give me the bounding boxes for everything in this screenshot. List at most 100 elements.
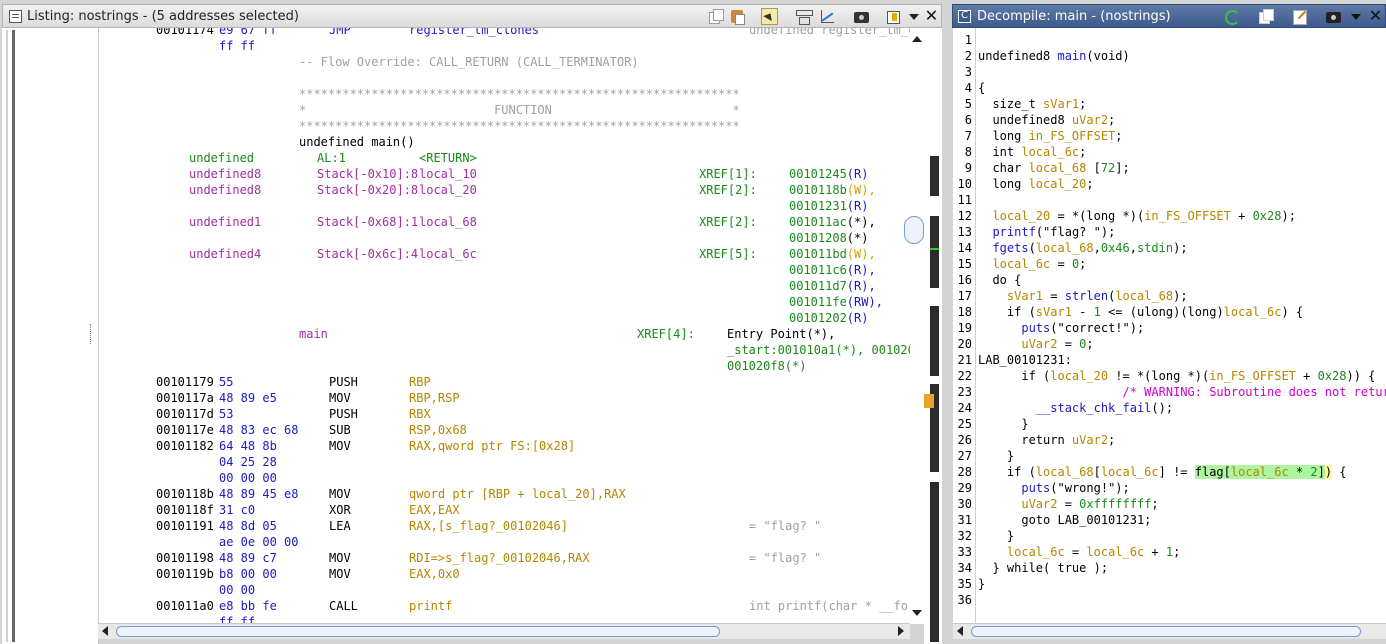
scroll-up-arrow[interactable]	[912, 36, 922, 42]
operand[interactable]: RAX,[s_flag?_00102046]	[409, 518, 568, 534]
source-line[interactable]: goto LAB_00101231;	[978, 512, 1151, 528]
scroll-down-arrow[interactable]	[912, 610, 922, 616]
stack-var-row[interactable]: undefined8 Stack[-0x10]:8 local_10 XREF[…	[99, 166, 868, 182]
operand[interactable]: RBP,RSP	[409, 390, 460, 406]
operand[interactable]: EAX,0x0	[409, 566, 460, 582]
source-line[interactable]: uVar2 = 0;	[978, 336, 1093, 352]
operand[interactable]: printf	[409, 598, 452, 614]
navigation-bar[interactable]	[12, 30, 15, 642]
stack-var-row[interactable]: undefined1 Stack[-0x68]:1 local_68 XREF[…	[99, 214, 876, 230]
source-line[interactable]: } while( true );	[978, 560, 1108, 576]
xref-link[interactable]: 001011fe(RW),	[789, 294, 883, 310]
xref-link[interactable]: 001020f8(*)	[727, 358, 806, 374]
xref-link[interactable]: 001011ac(*),	[789, 214, 876, 230]
source-line[interactable]: undefined8 uVar2;	[978, 112, 1115, 128]
source-line[interactable]: if (local_68[local_6c] != flag[local_6c …	[978, 464, 1347, 480]
copy-icon[interactable]	[707, 8, 724, 25]
source-line[interactable]: {	[978, 80, 985, 96]
operand[interactable]: RBX	[409, 406, 431, 422]
xref-link[interactable]: _start:001010a1(*), 001020	[727, 342, 911, 358]
source-line[interactable]: do {	[978, 272, 1021, 288]
stack-var-row[interactable]: undefined8 Stack[-0x20]:8 local_20 XREF[…	[99, 182, 876, 198]
source-line[interactable]: local_6c = 0;	[978, 256, 1086, 272]
overview-strip[interactable]	[924, 28, 942, 644]
function-label[interactable]: main	[299, 326, 328, 342]
operand[interactable]: EAX,EAX	[409, 502, 460, 518]
listing-vertical-scrollbar[interactable]	[904, 28, 924, 624]
operand[interactable]: RAX,qword ptr FS:[0x28]	[409, 438, 575, 454]
xref-link[interactable]: 00101231(R)	[789, 198, 868, 214]
xref-link[interactable]: 001011bd(W),	[789, 246, 876, 262]
source-line[interactable]: __stack_chk_fail();	[978, 400, 1173, 416]
chevron-down-icon[interactable]	[905, 8, 922, 25]
overview-bar[interactable]	[6, 30, 8, 642]
source-line[interactable]: }	[978, 576, 985, 592]
source-line[interactable]: printf("flag? ");	[978, 224, 1115, 240]
selection-marker[interactable]	[924, 394, 934, 408]
xref-link[interactable]: 00101208(*)	[789, 230, 868, 246]
close-icon[interactable]: ✕	[1367, 8, 1384, 25]
source-line[interactable]: puts("correct!");	[978, 320, 1144, 336]
panel-options-icon[interactable]	[885, 8, 902, 25]
edit-signature-icon[interactable]	[1291, 8, 1308, 25]
copy-icon[interactable]	[1257, 8, 1274, 25]
scroll-thumb[interactable]	[116, 626, 720, 637]
margin-splitter[interactable]	[90, 324, 94, 344]
operand[interactable]: RDI=>s_flag?_00102046,RAX	[409, 550, 590, 566]
listing-row[interactable]: 00101174 e9 67 ff JMP register_tm_clones…	[99, 28, 911, 38]
close-icon[interactable]: ✕	[923, 8, 940, 25]
decompile-horizontal-scrollbar[interactable]	[953, 623, 1386, 639]
panel-divider[interactable]	[942, 0, 952, 644]
label-row[interactable]: main XREF[4]: Entry Point(*),	[99, 326, 835, 342]
scroll-thumb[interactable]	[971, 626, 1361, 637]
refresh-icon[interactable]	[1223, 8, 1240, 25]
xref-link[interactable]: Entry Point(*),	[727, 326, 835, 342]
scroll-left-arrow[interactable]	[957, 626, 963, 636]
source-line[interactable]	[978, 192, 992, 208]
scroll-thumb[interactable]	[904, 216, 924, 244]
source-line[interactable]: }	[978, 448, 1014, 464]
stack-var-row[interactable]: undefined4 Stack[-0x6c]:4 local_6c XREF[…	[99, 246, 876, 262]
function-signature[interactable]: undefined main()	[99, 134, 415, 150]
source-line[interactable]: undefined8 main(void)	[978, 48, 1130, 64]
operand[interactable]: RSP,0x68	[409, 422, 467, 438]
source-line[interactable]: puts("wrong!");	[978, 480, 1129, 496]
graph-arrow-icon[interactable]	[819, 8, 836, 25]
source-line[interactable]: local_20 = *(long *)(in_FS_OFFSET + 0x28…	[978, 208, 1295, 224]
operand[interactable]: qword ptr [RBP + local_20],RAX	[409, 486, 626, 502]
paste-icon[interactable]	[729, 8, 746, 25]
field-layout-icon[interactable]	[795, 8, 813, 25]
source-line[interactable]: }	[978, 528, 1014, 544]
xref-continuation-row[interactable]: _start:001010a1(*), 001020	[99, 342, 911, 358]
source-line[interactable]: }	[978, 416, 1028, 432]
xref-link[interactable]: 00101245(R)	[789, 166, 868, 182]
listing-row[interactable]: ff ff	[99, 38, 255, 54]
scroll-left-arrow[interactable]	[102, 626, 108, 636]
source-line[interactable]: long in_FS_OFFSET;	[978, 128, 1122, 144]
xref-link[interactable]: 001011d7(R),	[789, 278, 876, 294]
listing-horizontal-scrollbar[interactable]	[98, 623, 910, 639]
listing-code-view[interactable]: 00101174 e9 67 ff JMP register_tm_clones…	[98, 28, 911, 624]
source-line[interactable]: if (sVar1 - 1 <= (ulong)(long)local_6c) …	[978, 304, 1303, 320]
source-line[interactable]: int local_6c;	[978, 144, 1086, 160]
operand[interactable]: RBP	[409, 374, 431, 390]
source-line[interactable]: LAB_00101231:	[978, 352, 1072, 368]
xref-continuation-row[interactable]: 001020f8(*)	[99, 358, 806, 374]
xref-continuation-row[interactable]: 00101231(R)	[99, 198, 868, 214]
xref-continuation-row[interactable]: 001011d7(R),	[99, 278, 876, 294]
source-line[interactable]: uVar2 = 0xffffffff;	[978, 496, 1158, 512]
source-line[interactable]: if (local_20 != *(long *)(in_FS_OFFSET +…	[978, 368, 1375, 384]
source-line[interactable]: long local_20;	[978, 176, 1093, 192]
cursor-select-icon[interactable]	[761, 8, 778, 25]
xref-continuation-row[interactable]: 00101208(*)	[99, 230, 868, 246]
decompiler-code-view[interactable]: 1 2 3 4 5 6 7 8 9 10 11 12 13 14 15 16 17 18 19 20 21 22 23 24 2…	[953, 28, 1386, 624]
chevron-down-icon[interactable]	[1347, 8, 1364, 25]
xref-link[interactable]: 00101202(R)	[789, 310, 868, 326]
xref-continuation-row[interactable]: 001011c6(R),	[99, 262, 876, 278]
snapshot-camera-icon[interactable]	[1325, 8, 1342, 25]
source-line[interactable]: local_6c = local_6c + 1;	[978, 544, 1180, 560]
xref-link[interactable]: 0010118b(W),	[789, 182, 876, 198]
xref-link[interactable]: 001011c6(R),	[789, 262, 876, 278]
source-line[interactable]: fgets(local_68,0x46,stdin);	[978, 240, 1187, 256]
source-line[interactable]: char local_68 [72];	[978, 160, 1129, 176]
